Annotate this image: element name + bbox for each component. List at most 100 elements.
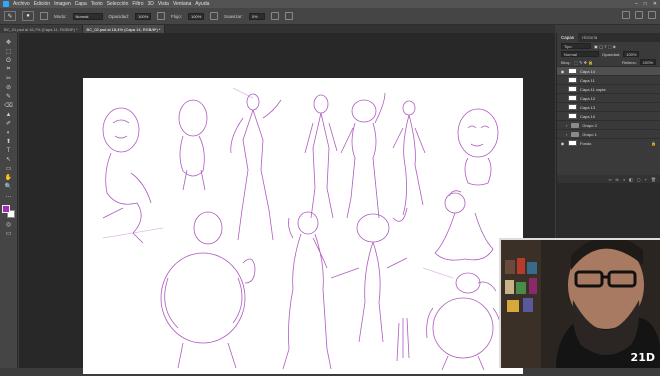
filter-icons[interactable]: ▣ ◯ T ⬚ ◈ — [594, 44, 616, 49]
shape-tool-icon[interactable]: ▭ — [4, 165, 14, 172]
maximize-button[interactable]: □ — [644, 1, 647, 7]
menu-item-ventana[interactable]: Ventana — [173, 1, 191, 7]
layer-thumbnail — [568, 77, 577, 83]
link-layers-icon[interactable]: ∞ — [609, 177, 612, 182]
layer-row[interactable]: Capa 10 — [557, 111, 660, 120]
mode-select[interactable]: Normal — [72, 12, 103, 20]
chevron-right-icon[interactable]: › — [566, 123, 567, 128]
photoshop-logo-icon — [3, 1, 9, 7]
layer-thumbnail — [568, 113, 577, 119]
menu-item-ayuda[interactable]: Ayuda — [195, 1, 209, 7]
crop-tool-icon[interactable]: ✂ — [4, 75, 14, 82]
workspace-icon[interactable] — [635, 11, 643, 19]
layer-filter-row: Tipo ▣ ◯ T ⬚ ◈ — [557, 42, 660, 50]
brush-settings-icon[interactable] — [40, 12, 48, 20]
menu-item-imagen[interactable]: Imagen — [54, 1, 71, 7]
angle-icon[interactable] — [284, 12, 293, 20]
menu-item-texto[interactable]: Texto — [91, 1, 103, 7]
sketch-figure-10 — [330, 207, 410, 362]
drawing-canvas[interactable] — [83, 78, 523, 374]
fill-field[interactable]: 100% — [639, 59, 656, 65]
menu-item-capa[interactable]: Capa — [75, 1, 87, 7]
layer-thumbnail — [568, 95, 577, 101]
dodge-tool-icon[interactable]: ⬆ — [4, 138, 14, 145]
more-tools-icon[interactable]: … — [4, 192, 14, 199]
visibility-eye-icon[interactable]: ◉ — [559, 141, 566, 146]
lock-icon: 🔒 — [651, 140, 656, 146]
layer-thumbnail — [568, 140, 577, 146]
layer-name: Capa 12 — [580, 95, 596, 101]
tab-history[interactable]: Historia — [578, 33, 601, 42]
sketch-figure-11 — [434, 190, 494, 261]
tab-layers[interactable]: Capas — [557, 33, 579, 42]
eraser-tool-icon[interactable]: ⌫ — [4, 102, 14, 109]
marquee-tool-icon[interactable]: ⬚ — [4, 48, 14, 55]
menu-item-edicion[interactable]: Edición — [34, 1, 50, 7]
hand-tool-icon[interactable]: ✋ — [4, 174, 14, 181]
smoothing-field[interactable]: 0% — [248, 12, 265, 20]
window-controls: – □ ✕ — [635, 1, 657, 7]
group-row[interactable]: › Grupo 1 — [557, 129, 660, 138]
layer-filter-select[interactable]: Tipo — [561, 43, 591, 49]
menu-item-vista[interactable]: Vista — [158, 1, 169, 7]
type-tool-icon[interactable]: T — [4, 147, 14, 154]
screen-mode-icon[interactable]: ▭ — [4, 230, 14, 237]
pressure-opacity-icon[interactable] — [157, 12, 166, 20]
brush-size-picker[interactable]: ● — [22, 11, 34, 21]
airbrush-icon[interactable] — [210, 12, 219, 20]
smoothing-settings-icon[interactable] — [270, 12, 279, 20]
opacity-field[interactable]: 100% — [135, 12, 152, 20]
blend-mode-select[interactable]: Normal — [561, 51, 599, 57]
quick-select-tool-icon[interactable]: ⌗ — [4, 66, 14, 73]
layer-row[interactable]: Capa 11 — [557, 75, 660, 84]
adjustment-icon[interactable]: ◧ — [629, 177, 633, 182]
blend-row: Normal Opacidad: 100% — [557, 50, 660, 58]
layer-row[interactable]: ◉ Fondo 🔒 — [557, 138, 660, 147]
search-icon[interactable] — [622, 11, 630, 19]
close-window-button[interactable]: ✕ — [653, 1, 657, 7]
mask-icon[interactable]: ◑ — [623, 177, 625, 182]
layer-row[interactable]: Capa 11 copia — [557, 84, 660, 93]
group-row[interactable]: › Grupo 2 — [557, 120, 660, 129]
layer-row[interactable]: Capa 12 — [557, 93, 660, 102]
lower-panel-area — [556, 183, 660, 238]
sketch-figure-8 — [160, 211, 256, 369]
menu-item-3d[interactable]: 3D — [148, 1, 154, 7]
menu-item-filtro[interactable]: Filtro — [132, 1, 143, 7]
brush-tool-preset-icon[interactable]: ✎ — [4, 11, 16, 21]
layer-name: Capa 11 — [580, 77, 595, 83]
foreground-color-swatch[interactable] — [1, 205, 10, 213]
lock-icons[interactable]: ⬚ ✎ ✥ 🔒 — [574, 60, 593, 65]
lasso-tool-icon[interactable]: ʘ — [4, 57, 14, 64]
visibility-eye-icon[interactable]: ◉ — [559, 69, 566, 74]
menu-item-archivo[interactable]: Archivo — [13, 1, 30, 7]
path-select-tool-icon[interactable]: ↖ — [4, 156, 14, 163]
flow-field[interactable]: 100% — [188, 12, 205, 20]
menu-item-seleccion[interactable]: Selección — [107, 1, 129, 7]
gradient-tool-icon[interactable]: ◐ — [4, 129, 14, 136]
lock-label: Bloq.: — [561, 59, 572, 65]
quick-mask-icon[interactable]: ◎ — [4, 221, 14, 228]
clone-stamp-tool-icon[interactable]: ▲ — [4, 111, 14, 118]
smoothing-label: Suavizar: — [224, 13, 243, 19]
tab-bc02[interactable]: BC_02.psd al 18,4% (Capa 14, RGB/8*) * — [82, 25, 166, 33]
layer-row[interactable]: ◉ Capa 14 — [557, 66, 660, 75]
fx-icon[interactable]: fx — [615, 177, 618, 182]
move-tool-icon[interactable]: ✥ — [4, 39, 14, 46]
tab-bc01[interactable]: BC_01.psd al 16,7% (Capa 11, RGB/8*) * — [0, 25, 83, 33]
brush-tool-icon[interactable]: ✎ — [4, 93, 14, 100]
new-group-icon[interactable]: ▢ — [637, 177, 641, 182]
new-layer-icon[interactable]: + — [645, 177, 647, 182]
minimize-button[interactable]: – — [635, 1, 638, 7]
layer-name: Capa 10 — [580, 113, 596, 119]
zoom-tool-icon[interactable]: 🔍 — [4, 183, 14, 190]
layer-thumbnail — [568, 104, 577, 110]
history-brush-tool-icon[interactable]: ✐ — [4, 120, 14, 127]
lock-row: Bloq.: ⬚ ✎ ✥ 🔒 Relleno: 100% — [557, 58, 660, 66]
share-icon[interactable] — [648, 11, 656, 19]
trash-icon[interactable]: 🗑 — [651, 177, 656, 182]
layer-opacity-field[interactable]: 100% — [623, 51, 640, 57]
layer-row[interactable]: Capa 13 — [557, 102, 660, 111]
chevron-right-icon[interactable]: › — [566, 132, 567, 137]
eyedropper-tool-icon[interactable]: ⊘ — [4, 84, 14, 91]
